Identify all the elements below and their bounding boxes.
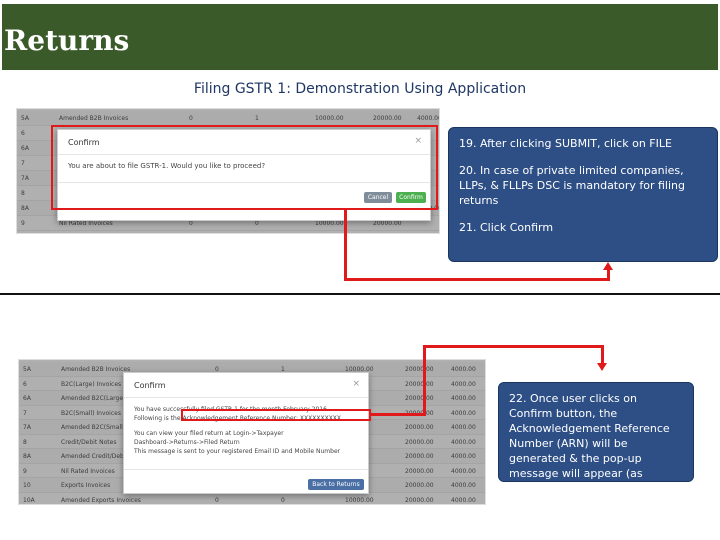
- modal-highlight: [51, 125, 438, 210]
- success-line-4: Dashboard->Returns->Filed Return: [134, 439, 240, 446]
- arn-highlight: [181, 409, 371, 421]
- modal-title: Confirm: [134, 381, 166, 390]
- connector-line: [370, 413, 426, 416]
- instruction-callout-2: 22. Once user clicks on Confirm button, …: [498, 382, 694, 495]
- callout-step-19: 19. After clicking SUBMIT, click on FILE: [459, 137, 672, 150]
- page-subtitle: Filing GSTR 1: Demonstration Using Appli…: [193, 81, 527, 97]
- instruction-callout-1: 19. After clicking SUBMIT, click on FILE…: [448, 127, 718, 262]
- connector-line: [423, 345, 604, 348]
- modal-divider: [124, 397, 368, 398]
- section-divider: [0, 293, 720, 295]
- success-line-3: You can view your filed return at Login-…: [134, 430, 284, 437]
- page-title: Returns: [4, 24, 130, 57]
- back-to-returns-button[interactable]: Back to Returns: [308, 479, 364, 490]
- success-modal: Confirm × You have successfully filed GS…: [123, 372, 369, 494]
- connector-arrow: [597, 363, 607, 371]
- bottom-screenshot: 5A Amended B2B Invoices 0 1 10000.00 20000.00…: [18, 359, 486, 505]
- connector-arrow: [603, 262, 613, 270]
- callout-step-21: 21. Click Confirm: [459, 221, 554, 234]
- callout-step-20: 20. In case of private limited companies…: [459, 164, 685, 207]
- connector-line: [344, 278, 610, 281]
- success-line-5: This message is sent to your registered …: [134, 448, 341, 455]
- connector-line: [344, 209, 347, 281]
- close-icon[interactable]: ×: [352, 379, 360, 389]
- callout-step-22: 22. Once user clicks on Confirm button, …: [509, 392, 670, 495]
- modal-divider: [124, 469, 368, 470]
- connector-line: [423, 345, 426, 416]
- connector-line: [607, 270, 610, 281]
- connector-line: [601, 345, 604, 365]
